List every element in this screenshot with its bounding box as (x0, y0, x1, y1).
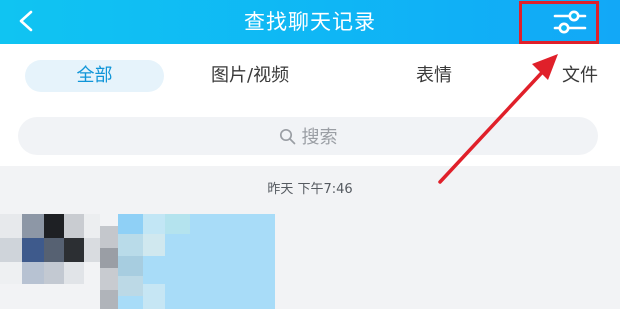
tab-all[interactable]: 全部 (25, 60, 164, 92)
results-area: 昨天 下午7:46 (0, 166, 620, 309)
category-tabs: 全部 图片/视频 表情 文件 (0, 44, 620, 108)
tab-images-videos[interactable]: 图片/视频 (211, 60, 289, 92)
blurred-message-bubble[interactable] (100, 214, 275, 309)
search-placeholder: 搜索 (301, 127, 338, 148)
search-placeholder-row: 搜索 (18, 117, 598, 155)
blurred-avatar[interactable] (0, 214, 100, 284)
search-input[interactable]: 搜索 (18, 117, 598, 155)
tab-files[interactable]: 文件 (562, 60, 598, 92)
tab-stickers[interactable]: 表情 (416, 60, 452, 92)
message-timestamp: 昨天 下午7:46 (267, 182, 353, 197)
sliders-icon[interactable] (550, 6, 590, 38)
search-icon (279, 128, 295, 144)
title-bar: 查找聊天记录 (0, 0, 620, 44)
